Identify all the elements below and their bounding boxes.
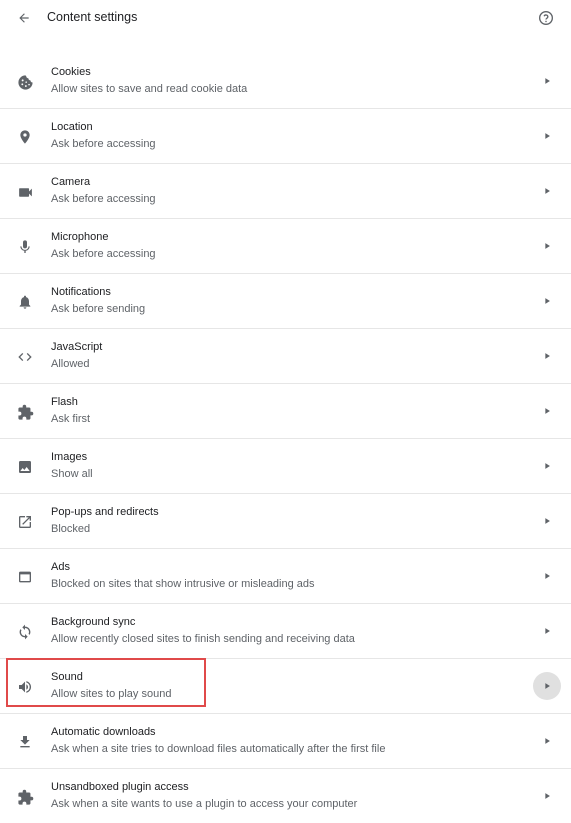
code-icon xyxy=(15,347,35,367)
back-button[interactable] xyxy=(14,9,34,27)
settings-row-unsandboxed-plugins[interactable]: Unsandboxed plugin access Ask when a site… xyxy=(0,769,571,823)
settings-row-title: JavaScript xyxy=(51,341,103,353)
arrow-right-icon[interactable] xyxy=(533,287,561,315)
arrow-right-icon[interactable] xyxy=(533,67,561,95)
settings-row-subtitle: Ask before accessing xyxy=(51,248,156,260)
settings-row-title: Pop-ups and redirects xyxy=(51,506,159,518)
settings-row-subtitle: Ask before accessing xyxy=(51,138,156,150)
puzzle-icon xyxy=(15,402,35,422)
download-icon xyxy=(15,732,35,752)
settings-row-location[interactable]: Location Ask before accessing xyxy=(0,109,571,164)
sync-icon xyxy=(15,622,35,642)
settings-row-title: Ads xyxy=(51,561,70,573)
arrow-right-icon[interactable] xyxy=(533,232,561,260)
settings-row-microphone[interactable]: Microphone Ask before accessing xyxy=(0,219,571,274)
bell-icon xyxy=(15,292,35,312)
settings-row-subtitle: Ask before accessing xyxy=(51,193,156,205)
settings-row-javascript[interactable]: JavaScript Allowed xyxy=(0,329,571,384)
settings-row-subtitle: Allow sites to play sound xyxy=(51,688,172,700)
volume-icon xyxy=(15,677,35,697)
arrow-right-icon[interactable] xyxy=(533,727,561,755)
settings-row-title: Background sync xyxy=(51,616,136,628)
window-icon xyxy=(15,567,35,587)
arrow-back-icon xyxy=(19,13,29,23)
settings-row-subtitle: Blocked xyxy=(51,523,91,535)
settings-row-title: Notifications xyxy=(51,286,111,298)
arrow-right-icon[interactable] xyxy=(533,507,561,535)
settings-row-ads[interactable]: Ads Blocked on sites that show intrusive … xyxy=(0,549,571,604)
arrow-right-icon[interactable] xyxy=(533,122,561,150)
arrow-right-icon[interactable] xyxy=(533,397,561,425)
help-button[interactable] xyxy=(537,9,555,27)
settings-row-subtitle: Ask when a site wants to use a plugin to… xyxy=(51,798,358,810)
settings-row-subtitle: Allowed xyxy=(51,358,90,370)
settings-row-title: Microphone xyxy=(51,231,109,243)
arrow-right-icon[interactable] xyxy=(533,452,561,480)
settings-row-sound[interactable]: Sound Allow sites to play sound xyxy=(0,659,571,714)
settings-row-title: Cookies xyxy=(51,66,91,78)
puzzle-icon xyxy=(15,787,35,807)
settings-row-popups[interactable]: Pop-ups and redirects Blocked xyxy=(0,494,571,549)
settings-row-title: Sound xyxy=(51,671,83,683)
arrow-right-icon[interactable] xyxy=(533,562,561,590)
settings-row-subtitle: Ask before sending xyxy=(51,303,146,315)
settings-row-title: Images xyxy=(51,451,88,463)
open-in-new-icon xyxy=(15,512,35,532)
location-pin-icon xyxy=(15,127,35,147)
camera-icon xyxy=(15,182,35,202)
arrow-right-icon[interactable] xyxy=(533,342,561,370)
settings-row-background-sync[interactable]: Background sync Allow recently closed sit… xyxy=(0,604,571,659)
arrow-right-icon[interactable] xyxy=(533,782,561,810)
arrow-right-icon[interactable] xyxy=(533,177,561,205)
settings-row-flash[interactable]: Flash Ask first xyxy=(0,384,571,439)
settings-row-title: Automatic downloads xyxy=(51,726,156,738)
help-icon xyxy=(539,11,553,25)
settings-row-title: Camera xyxy=(51,176,91,188)
settings-row-images[interactable]: Images Show all xyxy=(0,439,571,494)
settings-row-title: Location xyxy=(51,121,93,133)
settings-row-subtitle: Ask first xyxy=(51,413,91,425)
microphone-icon xyxy=(15,237,35,257)
arrow-right-icon[interactable] xyxy=(533,617,561,645)
settings-row-camera[interactable]: Camera Ask before accessing xyxy=(0,164,571,219)
arrow-right-icon[interactable] xyxy=(533,672,561,700)
settings-row-subtitle: Allow sites to save and read cookie data xyxy=(51,83,248,95)
page-title: Content settings xyxy=(47,10,138,24)
image-icon xyxy=(15,457,35,477)
settings-row-notifications[interactable]: Notifications Ask before sending xyxy=(0,274,571,329)
settings-row-subtitle: Show all xyxy=(51,468,93,480)
settings-row-automatic-downloads[interactable]: Automatic downloads Ask when a site tries… xyxy=(0,714,571,769)
settings-row-subtitle: Blocked on sites that show intrusive or … xyxy=(51,578,315,590)
settings-row-title: Unsandboxed plugin access xyxy=(51,781,189,793)
page-header: Content settings xyxy=(0,0,571,36)
settings-row-cookies[interactable]: Cookies Allow sites to save and read cook… xyxy=(0,54,571,109)
settings-row-title: Flash xyxy=(51,396,78,408)
settings-row-subtitle: Allow recently closed sites to finish se… xyxy=(51,633,355,645)
cookie-icon xyxy=(15,72,35,92)
content-settings-list: Cookies Allow sites to save and read cook… xyxy=(0,54,571,823)
settings-row-subtitle: Ask when a site tries to download files … xyxy=(51,743,386,755)
